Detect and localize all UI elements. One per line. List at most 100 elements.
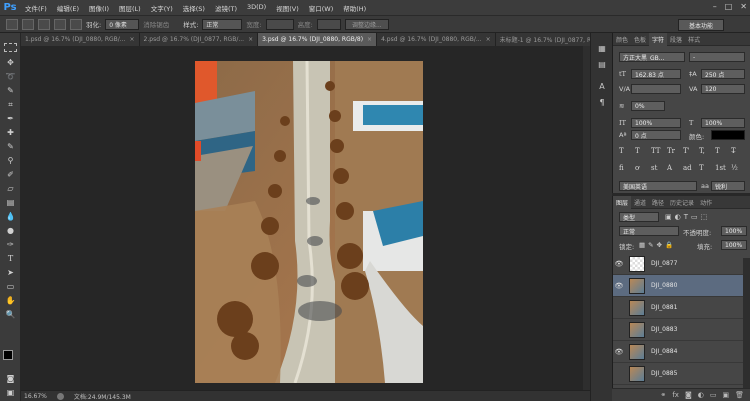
- opentype-button[interactable]: fi: [619, 164, 624, 172]
- text-color-swatch[interactable]: [711, 130, 745, 140]
- menu-item[interactable]: 滤镜(T): [210, 3, 242, 13]
- new-layer-icon[interactable]: ▣: [722, 391, 729, 399]
- hand-tool-icon[interactable]: ✋: [4, 295, 17, 306]
- panel-tab[interactable]: 颜色: [613, 33, 631, 46]
- font-style-select[interactable]: -: [689, 52, 745, 62]
- layer-name[interactable]: DJI_0881: [651, 304, 677, 311]
- type-style-button[interactable]: T: [715, 147, 720, 155]
- type-style-button[interactable]: TT: [651, 147, 660, 155]
- panel-tab[interactable]: 色板: [631, 33, 649, 46]
- close-icon[interactable]: ×: [367, 36, 372, 43]
- font-family-select[interactable]: 方正大黑_GB...: [619, 52, 685, 62]
- lasso-tool-icon[interactable]: ➰: [4, 71, 17, 82]
- menu-item[interactable]: 3D(D): [242, 3, 271, 13]
- delete-layer-icon[interactable]: 🗑: [735, 391, 744, 399]
- menu-item[interactable]: 帮助(H): [338, 3, 371, 13]
- layer-style-icon[interactable]: fx: [672, 391, 679, 399]
- antialias-checkbox[interactable]: 消除锯齿: [143, 19, 169, 29]
- opentype-button[interactable]: ½: [731, 164, 738, 172]
- antialias-select[interactable]: 锐利: [711, 181, 745, 191]
- layer-filter-select[interactable]: 类型: [619, 212, 659, 222]
- opacity-input[interactable]: 100%: [721, 226, 747, 236]
- fill-input[interactable]: 100%: [721, 240, 747, 250]
- foreground-color-swatch[interactable]: [3, 350, 13, 360]
- gradient-tool-icon[interactable]: ▤: [4, 197, 17, 208]
- eyedropper-tool-icon[interactable]: ✒: [4, 113, 17, 124]
- type-style-button[interactable]: T̶: [731, 147, 736, 155]
- tsume-input[interactable]: 0%: [631, 101, 665, 111]
- marquee-preset-icon[interactable]: [6, 18, 18, 30]
- panel-tab[interactable]: 段落: [667, 33, 685, 46]
- document-tab[interactable]: 4.psd @ 16.7% (DJI_0880, RGB/... ×: [377, 33, 496, 46]
- panel-tab[interactable]: 字符: [649, 32, 668, 46]
- layer-row[interactable]: DJI_0885: [613, 363, 744, 385]
- opentype-button[interactable]: T: [699, 164, 704, 172]
- panel-tab[interactable]: 通道: [631, 196, 649, 209]
- lock-icons[interactable]: ▦✎✥🔒: [639, 241, 676, 249]
- visibility-eye-icon[interactable]: 👁: [613, 348, 625, 356]
- menu-item[interactable]: 窗口(W): [304, 3, 339, 13]
- panel-tab[interactable]: 图层: [613, 195, 632, 209]
- visibility-eye-icon[interactable]: 👁: [613, 282, 625, 290]
- tracking-input[interactable]: 120: [701, 84, 745, 94]
- style-select[interactable]: 正常: [202, 18, 243, 30]
- menu-item[interactable]: 文字(Y): [146, 3, 178, 13]
- link-layers-icon[interactable]: ⚭: [660, 391, 666, 399]
- opentype-button[interactable]: A: [667, 164, 672, 172]
- leading-input[interactable]: 250 点: [701, 69, 745, 79]
- layer-name[interactable]: DJI_0883: [651, 326, 677, 333]
- panel-tab[interactable]: 样式: [685, 33, 703, 46]
- layer-row[interactable]: 👁 DJI_0880: [613, 275, 744, 297]
- maximize-icon[interactable]: □: [725, 2, 733, 11]
- layer-row[interactable]: 👁 DJI_0877: [613, 253, 744, 275]
- panel-tab[interactable]: 路径: [649, 196, 667, 209]
- panel-tab[interactable]: 动作: [697, 196, 715, 209]
- blur-tool-icon[interactable]: 💧: [4, 211, 17, 222]
- layer-name[interactable]: DJI_0880: [651, 282, 677, 289]
- intersect-selection-icon[interactable]: [70, 18, 82, 30]
- clone-stamp-icon[interactable]: ⚲: [4, 155, 17, 166]
- workspace-switcher[interactable]: 基本功能: [678, 19, 724, 31]
- canvas-scrollbar[interactable]: [583, 46, 590, 390]
- baseline-shift-input[interactable]: 0 点: [631, 130, 681, 140]
- opentype-button[interactable]: 1st: [715, 164, 726, 172]
- layer-name[interactable]: DJI_0885: [651, 370, 677, 377]
- adjustment-layer-icon[interactable]: ◐: [698, 391, 704, 399]
- close-icon[interactable]: ×: [130, 36, 135, 43]
- marquee-tool-icon[interactable]: [4, 43, 17, 52]
- brush-tool-icon[interactable]: ✎: [4, 141, 17, 152]
- layer-row[interactable]: DJI_0881: [613, 297, 744, 319]
- language-select[interactable]: 美国英语: [619, 181, 697, 191]
- zoom-level[interactable]: 16.67%: [24, 393, 47, 400]
- height-input[interactable]: [316, 18, 341, 30]
- layer-name[interactable]: DJI_0884: [651, 348, 677, 355]
- new-selection-icon[interactable]: [22, 18, 34, 30]
- opentype-button[interactable]: ơ: [635, 164, 639, 172]
- type-style-button[interactable]: T: [619, 147, 624, 155]
- type-style-button[interactable]: T: [635, 147, 640, 155]
- quick-select-tool-icon[interactable]: ✎: [4, 85, 17, 96]
- menu-item[interactable]: 编辑(E): [52, 3, 84, 13]
- menu-item[interactable]: 选择(S): [178, 3, 210, 13]
- opentype-button[interactable]: st: [651, 164, 657, 172]
- blend-mode-select[interactable]: 正常: [619, 226, 679, 236]
- horizontal-scale-input[interactable]: 100%: [701, 118, 745, 128]
- layer-row[interactable]: 👁 DJI_0884: [613, 341, 744, 363]
- menu-item[interactable]: 图像(I): [84, 3, 114, 13]
- paragraph-panel-icon[interactable]: ¶: [596, 97, 608, 108]
- close-icon[interactable]: ✕: [740, 2, 747, 11]
- panel-tab[interactable]: 历史记录: [667, 196, 697, 209]
- history-brush-icon[interactable]: ✐: [4, 169, 17, 180]
- close-icon[interactable]: ×: [486, 36, 491, 43]
- new-group-icon[interactable]: ▭: [710, 391, 717, 399]
- subtract-selection-icon[interactable]: [54, 18, 66, 30]
- type-style-button[interactable]: Tr: [667, 147, 675, 155]
- feather-input[interactable]: 0 像素: [105, 18, 140, 30]
- quick-mask-icon[interactable]: ◙: [4, 373, 17, 384]
- minimize-icon[interactable]: –: [713, 2, 717, 11]
- pen-tool-icon[interactable]: ✑: [4, 239, 17, 250]
- type-style-button[interactable]: T': [683, 147, 690, 155]
- layer-filter-icons[interactable]: ▣◐T▭⬚: [665, 213, 710, 221]
- width-input[interactable]: [265, 18, 294, 30]
- opentype-button[interactable]: ad: [683, 164, 692, 172]
